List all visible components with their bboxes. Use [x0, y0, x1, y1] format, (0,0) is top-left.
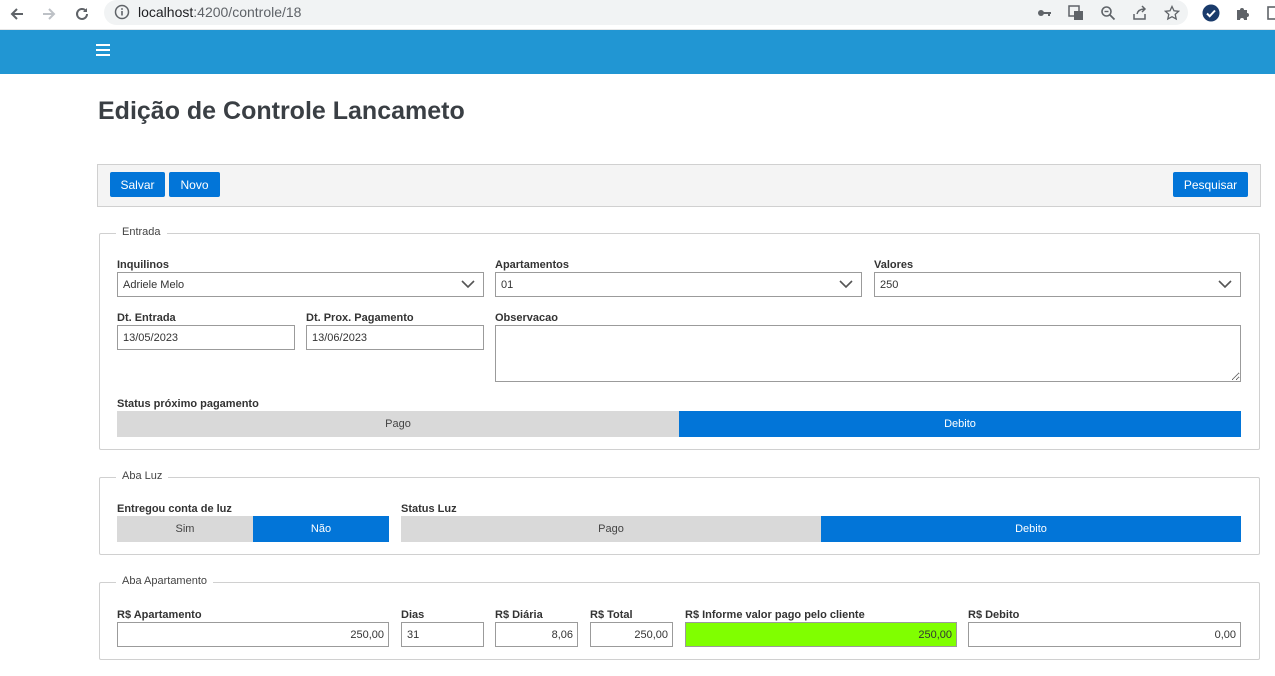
valor-pago-input[interactable]: 250,00	[685, 622, 957, 647]
entregou-sim-option[interactable]: Sim	[117, 516, 253, 542]
side-panel-icon[interactable]	[1263, 3, 1275, 23]
status-luz-label: Status Luz	[401, 503, 457, 515]
luz-panel: Aba Luz Entregou conta de luz Sim Não St…	[99, 470, 1260, 555]
inquilinos-select[interactable]: Adriele Melo	[117, 272, 484, 297]
translate-icon[interactable]	[1066, 3, 1086, 23]
valor-apto-input[interactable]: 250,00	[117, 622, 389, 647]
diaria-label: R$ Diária	[495, 609, 543, 621]
share-icon[interactable]	[1130, 3, 1150, 23]
apartamentos-label: Apartamentos	[495, 259, 569, 271]
save-button[interactable]: Salvar	[110, 172, 165, 197]
bookmark-star-icon[interactable]	[1162, 3, 1182, 23]
menu-icon[interactable]	[96, 44, 110, 58]
extensions-puzzle-icon[interactable]	[1233, 3, 1253, 23]
status-luz-toggle: Pago Debito	[401, 516, 1241, 542]
diaria-input[interactable]: 8,06	[495, 622, 578, 647]
valor-apto-label: R$ Apartamento	[117, 609, 202, 621]
luz-legend: Aba Luz	[116, 470, 169, 482]
total-input[interactable]: 250,00	[590, 622, 673, 647]
apartamento-legend: Aba Apartamento	[116, 575, 214, 587]
app-topbar	[0, 30, 1275, 74]
valores-select[interactable]: 250	[874, 272, 1241, 297]
url-text: localhost:4200/controle/18	[138, 4, 302, 20]
dt-prox-label: Dt. Prox. Pagamento	[306, 312, 414, 324]
inquilinos-label: Inquilinos	[117, 259, 169, 271]
entregou-nao-option[interactable]: Não	[253, 516, 389, 542]
debito-input[interactable]: 0,00	[968, 622, 1241, 647]
zoom-icon[interactable]	[1098, 3, 1118, 23]
total-label: R$ Total	[590, 609, 633, 621]
luz-debito-option[interactable]: Debito	[821, 516, 1241, 542]
dt-entrada-input[interactable]: 13/05/2023	[117, 325, 295, 350]
entrada-legend: Entrada	[116, 226, 167, 238]
page-title: Edição de Controle Lancameto	[98, 97, 465, 125]
chevron-down-icon	[1218, 279, 1232, 292]
dias-input[interactable]: 31	[401, 622, 484, 647]
status-pago-option[interactable]: Pago	[117, 411, 679, 437]
dt-prox-input[interactable]: 13/06/2023	[306, 325, 484, 350]
dias-label: Dias	[401, 609, 425, 621]
status-pagamento-label: Status próximo pagamento	[117, 398, 259, 410]
status-debito-option[interactable]: Debito	[679, 411, 1241, 437]
apartamento-panel: Aba Apartamento R$ Apartamento 250,00 Di…	[99, 575, 1260, 660]
chevron-down-icon	[839, 279, 853, 292]
search-button[interactable]: Pesquisar	[1173, 172, 1248, 197]
valor-pago-label: R$ Informe valor pago pelo cliente	[685, 609, 865, 621]
key-icon[interactable]	[1034, 3, 1054, 23]
forward-icon[interactable]	[38, 3, 60, 25]
action-toolbar: Salvar Novo Pesquisar	[97, 164, 1261, 207]
luz-pago-option[interactable]: Pago	[401, 516, 821, 542]
new-button[interactable]: Novo	[169, 172, 220, 197]
valores-label: Valores	[874, 259, 914, 271]
dt-entrada-label: Dt. Entrada	[117, 312, 176, 324]
chevron-down-icon	[461, 279, 475, 292]
apartamentos-select[interactable]: 01	[495, 272, 862, 297]
entregou-toggle: Sim Não	[117, 516, 389, 542]
status-pagamento-toggle: Pago Debito	[117, 411, 1241, 437]
observacao-textarea[interactable]	[495, 325, 1241, 382]
browser-toolbar: localhost:4200/controle/18	[0, 0, 1275, 30]
address-bar[interactable]: localhost:4200/controle/18	[104, 0, 1188, 25]
entregou-label: Entregou conta de luz	[117, 503, 232, 515]
site-info-icon[interactable]	[114, 4, 130, 25]
observacao-label: Observacao	[495, 312, 558, 324]
entrada-panel: Entrada Inquilinos Adriele Melo Apartame…	[99, 226, 1260, 450]
extension-check-icon[interactable]	[1201, 3, 1221, 23]
back-icon[interactable]	[6, 3, 28, 25]
debito-label: R$ Debito	[968, 609, 1020, 621]
reload-icon[interactable]	[71, 3, 93, 25]
